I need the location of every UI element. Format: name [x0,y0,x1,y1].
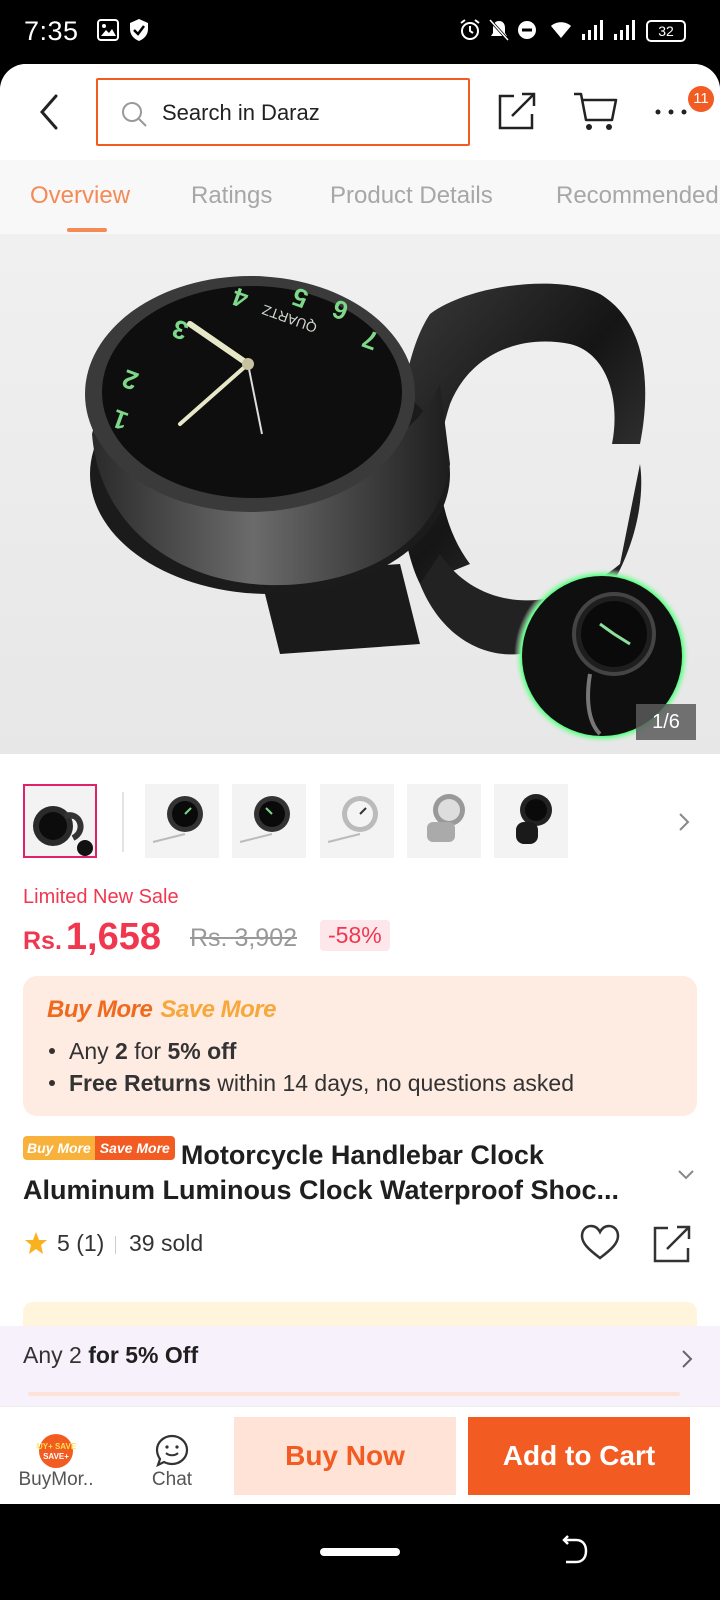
dnd-icon [518,21,536,39]
bottom-action-bar: BUY+ SAVE+ SAVE+ BuyMor.. Chat Buy Now A… [0,1406,720,1504]
bell-off-icon [488,18,510,42]
signal-icon-1 [582,20,603,40]
tab-recommended[interactable]: Recommended [556,182,719,210]
home-gesture-pill[interactable] [320,1548,400,1556]
thumbnail-5[interactable] [407,784,481,858]
product-main-image: QUARTZ 7 6 5 4 3 2 1 [85,276,690,744]
chat-icon [155,1434,189,1468]
search-input[interactable]: Search in Daraz [96,78,470,146]
thumbnail-3[interactable] [232,784,306,858]
buymore-label: BuyMor.. [18,1469,94,1490]
thumbnail-divider [122,792,124,852]
buy-more-save-more-icon: BUY+ SAVE+ SAVE+ [36,1434,76,1468]
svg-text:BUY+ SAVE+: BUY+ SAVE+ [36,1442,76,1451]
tab-active-indicator [67,228,107,232]
sale-label: Limited New Sale [23,886,179,908]
buy-more-title: Buy More Save More [47,996,276,1023]
rotate-icon[interactable] [558,1534,590,1568]
product-image-carousel[interactable]: QUARTZ 7 6 5 4 3 2 1 1/6 [0,234,720,754]
buymore-nav-button[interactable]: BUY+ SAVE+ SAVE+ BuyMor.. [6,1407,106,1504]
original-price: Rs. 3,902 [190,924,298,952]
promo-bar[interactable]: Any 2 for 5% Off [0,1326,720,1406]
chevron-down-icon[interactable] [676,1168,696,1182]
gallery-notification-icon [97,19,119,41]
section-tabs: Overview Ratings Product Details Recomme… [0,160,720,234]
shield-icon [130,19,148,41]
top-header: Search in Daraz 11 [0,64,720,160]
thumbnail-2[interactable] [145,784,219,858]
wishlist-heart-icon[interactable] [580,1224,620,1262]
thumbnail-strip [0,784,720,864]
cart-icon[interactable] [572,90,618,132]
signal-icon-2 [614,20,635,40]
buy-more-save-more-box[interactable]: Buy More Save More Any 2 for 5% off Free … [23,976,697,1116]
rating-value: 5 (1) [57,1230,105,1256]
image-counter: 1/6 [636,704,696,740]
cart-count-badge: 11 [688,86,714,112]
share-icon[interactable] [496,90,538,132]
chat-button[interactable]: Chat [122,1407,222,1504]
app-screen: Search in Daraz 11 Overview Ratings Prod… [0,64,720,1504]
discount-badge: -58% [320,920,390,951]
svg-text:SAVE+: SAVE+ [43,1452,69,1461]
buy-more-offer-line: Any 2 for 5% off [47,1038,236,1065]
status-time: 7:35 [24,16,79,46]
system-navigation-bar [0,1504,720,1600]
price-currency: Rs. [23,927,62,955]
alarm-icon [460,19,480,40]
thumbnail-1[interactable] [23,784,97,858]
buy-more-tag: Buy More Save More [23,1136,175,1160]
free-returns-line: Free Returns within 14 days, no question… [47,1070,574,1097]
search-placeholder: Search in Daraz [162,100,320,125]
wifi-icon [551,22,571,38]
product-title: Buy More Save More Motorcycle Handlebar Cl… [23,1136,663,1208]
chat-label: Chat [151,1469,193,1490]
price-amount: 1,658 [65,916,161,958]
current-price: Rs. 1,658 [23,916,161,959]
status-bar: 7:35 32 [0,0,720,64]
thumbnail-6[interactable] [494,784,568,858]
chevron-right-icon [682,1350,693,1368]
tab-ratings[interactable]: Ratings [191,182,272,210]
share-product-icon[interactable] [652,1224,692,1264]
battery-indicator: 32 [646,20,686,42]
chevron-right-icon[interactable] [676,810,692,834]
tab-overview[interactable]: Overview [30,182,130,210]
search-icon [122,102,147,127]
promo-text: Any 2 for 5% Off [23,1342,199,1368]
tab-product-details[interactable]: Product Details [330,182,493,210]
back-arrow-icon[interactable] [32,90,72,134]
sold-count: 39 sold [129,1230,204,1256]
star-icon [25,1232,47,1254]
add-to-cart-button[interactable]: Add to Cart [468,1417,690,1495]
promo-progress-line [28,1392,680,1396]
buy-now-button[interactable]: Buy Now [234,1417,456,1495]
thumbnail-4[interactable] [320,784,394,858]
